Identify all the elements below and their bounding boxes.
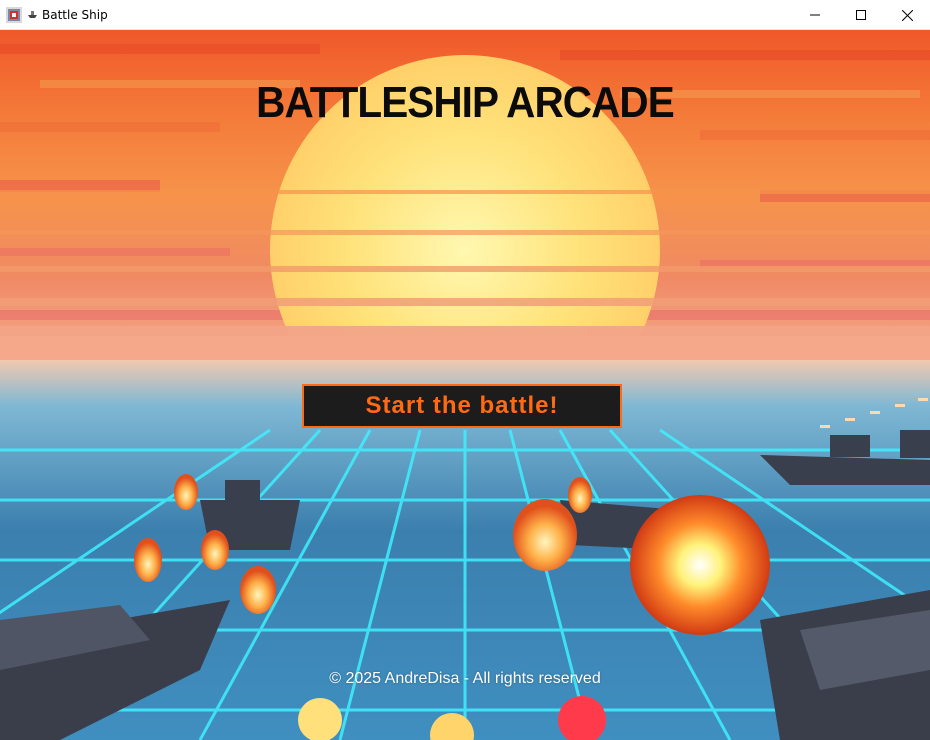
game-title: BATTLESHIP ARCADE (256, 78, 675, 127)
game-window: Battle Ship BATTLESHIP ARCADE Start the … (0, 0, 930, 740)
close-icon (901, 9, 913, 21)
window-controls (792, 0, 930, 30)
title-bar[interactable]: Battle Ship (0, 0, 930, 30)
maximize-icon (856, 10, 866, 20)
minimize-button[interactable] (792, 0, 838, 30)
window-title: Battle Ship (42, 7, 108, 22)
start-battle-button[interactable]: Start the battle! (302, 384, 622, 428)
maximize-button[interactable] (838, 0, 884, 30)
copyright-text: © 2025 AndreDisa - All rights reserved (329, 670, 601, 687)
game-scene: BATTLESHIP ARCADE Start the battle! © 20… (0, 30, 930, 740)
explosion (630, 495, 770, 635)
close-button[interactable] (884, 0, 930, 30)
minimize-icon (810, 14, 820, 16)
ship-icon (28, 11, 37, 18)
app-icon (6, 6, 22, 23)
